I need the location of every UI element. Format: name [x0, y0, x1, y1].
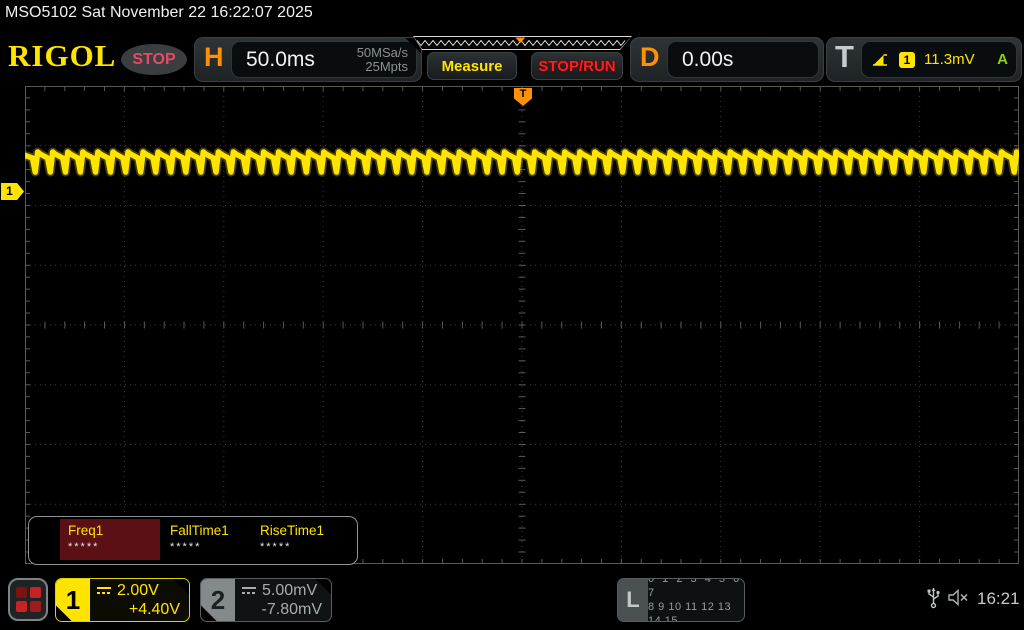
usb-icon	[927, 588, 940, 609]
delay-value: 0.00s	[682, 47, 734, 71]
channel1-scale: 2.00V	[117, 582, 159, 599]
menu-grid-icon[interactable]	[8, 578, 48, 621]
logic-row-0-7: 0 1 2 3 4 5 6 7	[648, 578, 742, 599]
menu-square	[15, 587, 27, 598]
trigger-level-value: 11.3mV	[924, 51, 975, 68]
channel2-scale: 5.00mV	[262, 582, 318, 599]
delay-settings-tab[interactable]: D 0.00s	[630, 37, 824, 82]
memory-depth: 25Mpts	[365, 58, 408, 74]
dc-coupling-icon	[242, 587, 256, 594]
measure-button[interactable]: Measure	[427, 52, 517, 80]
trigger-label: T	[835, 39, 854, 74]
speaker-muted-icon	[948, 589, 968, 606]
measurement-panel[interactable]: Freq1 ***** FallTime1 ***** RiseTime1 **…	[28, 516, 358, 565]
logic-label: L	[618, 579, 648, 621]
trigger-settings-tab[interactable]: T 1 11.3mV A	[826, 37, 1022, 82]
measurement-value: *****	[68, 541, 100, 553]
menu-square	[15, 601, 27, 612]
menu-square	[29, 587, 41, 598]
sample-rate: 50MSa/s	[356, 44, 408, 60]
stop-run-button[interactable]: STOP/RUN	[531, 52, 623, 80]
slope-falling-icon	[873, 53, 887, 66]
timebase-value: 50.0ms	[246, 47, 315, 71]
logic-analyzer-block[interactable]: L 0 1 2 3 4 5 6 7 8 9 10 11 12 13 14 15	[617, 578, 745, 622]
trigger-inset: 1 11.3mV A	[861, 41, 1017, 78]
trigger-mode-indicator: A	[997, 51, 1008, 68]
measurement-value: *****	[170, 541, 202, 553]
overview-waveform-icon	[413, 36, 632, 50]
channel1-ground-marker[interactable]: 1	[1, 183, 24, 200]
horizontal-inset: 50.0ms 50MSa/s 25Mpts	[231, 41, 417, 78]
measurement-label: RiseTime1	[260, 523, 325, 538]
measurement-falltime1[interactable]: FallTime1 *****	[162, 519, 262, 560]
channel1-values: 2.00V +4.40V	[90, 579, 189, 621]
waveform-overview-strip[interactable]	[413, 36, 632, 50]
graticule-and-waveform	[25, 86, 1019, 564]
measurement-freq1[interactable]: Freq1 *****	[60, 519, 160, 560]
channel2-offset: -7.80mV	[261, 601, 322, 618]
clock: 16:21	[977, 589, 1020, 608]
horizontal-settings-tab[interactable]: H 50.0ms 50MSa/s 25Mpts	[194, 37, 422, 82]
logic-channel-list: 0 1 2 3 4 5 6 7 8 9 10 11 12 13 14 15	[648, 579, 744, 621]
horizontal-label: H	[204, 42, 224, 72]
channel1-offset: +4.40V	[128, 601, 180, 618]
trigger-source-badge: 1	[899, 51, 915, 68]
channel2-values: 5.00mV -7.80mV	[235, 579, 331, 621]
channel2-status-block[interactable]: 2 5.00mV -7.80mV	[200, 578, 332, 622]
acquisition-info: 50MSa/s 25Mpts	[356, 44, 408, 74]
delay-inset: 0.00s	[667, 41, 819, 78]
acquisition-state-badge: STOP	[121, 44, 187, 75]
channel1-status-block[interactable]: 1 2.00V +4.40V	[55, 578, 190, 622]
measurement-label: Freq1	[68, 523, 104, 538]
logic-row-8-15: 8 9 10 11 12 13 14 15	[648, 601, 732, 622]
measurement-value: *****	[260, 541, 292, 553]
delay-label: D	[640, 42, 660, 72]
menu-square	[29, 601, 41, 612]
dc-coupling-icon	[97, 587, 111, 594]
rigol-logo: RIGOL	[8, 38, 117, 73]
oscilloscope-screen: MSO5102 Sat November 22 16:22:07 2025 RI…	[0, 0, 1024, 630]
measurement-label: FallTime1	[170, 523, 229, 538]
measurement-risetime1[interactable]: RiseTime1 *****	[252, 519, 352, 560]
model-and-datetime: MSO5102 Sat November 22 16:22:07 2025	[5, 4, 313, 21]
